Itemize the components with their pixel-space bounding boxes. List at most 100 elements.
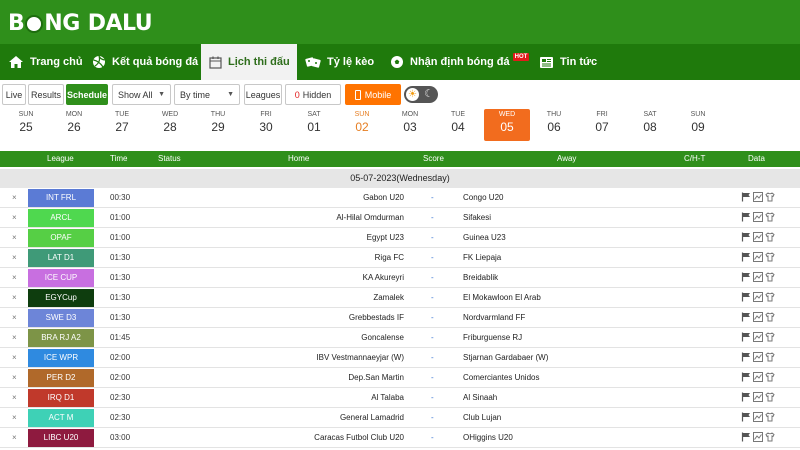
home-team[interactable]: Gabon U20 [363,193,404,202]
home-team[interactable]: Zamalek [373,293,404,302]
date-tab[interactable]: FRI 30 [243,109,289,141]
jersey-icon[interactable] [765,432,775,442]
hide-match-icon[interactable]: × [12,353,17,362]
table-row[interactable]: × IRQ D1 02:30 Al Talaba - Al Sinaah [0,388,800,408]
match-score[interactable]: - [431,413,434,422]
match-score[interactable]: - [431,253,434,262]
flag-icon[interactable] [741,232,751,242]
hide-match-icon[interactable]: × [12,333,17,342]
match-score[interactable]: - [431,293,434,302]
date-tab[interactable]: WED 28 [147,109,193,141]
chart-icon[interactable] [753,412,763,422]
sort-select[interactable]: By time ▼ [174,84,240,105]
results-button[interactable]: Results [28,84,64,105]
jersey-icon[interactable] [765,352,775,362]
home-team[interactable]: KA Akureyri [363,273,404,282]
league-badge[interactable]: OPAF [28,229,94,247]
flag-icon[interactable] [741,252,751,262]
jersey-icon[interactable] [765,312,775,322]
date-tab[interactable]: SUN 02 [339,109,385,141]
league-badge[interactable]: ICE WPR [28,349,94,367]
jersey-icon[interactable] [765,392,775,402]
home-team[interactable]: Al-Hilal Omdurman [336,213,404,222]
flag-icon[interactable] [741,292,751,302]
chart-icon[interactable] [753,352,763,362]
league-badge[interactable]: IRQ D1 [28,389,94,407]
home-team[interactable]: Al Talaba [371,393,404,402]
hide-match-icon[interactable]: × [12,213,17,222]
table-row[interactable]: × LIBC U20 03:00 Caracas Futbol Club U20… [0,428,800,448]
away-team[interactable]: Friburguense RJ [463,333,522,342]
away-team[interactable]: El Mokawloon El Arab [463,293,541,302]
hide-match-icon[interactable]: × [12,313,17,322]
nav-item-results[interactable]: Kết quả bóng đá [84,44,201,80]
flag-icon[interactable] [741,372,751,382]
live-button[interactable]: Live [2,84,26,105]
flag-icon[interactable] [741,312,751,322]
league-badge[interactable]: ARCL [28,209,94,227]
league-badge[interactable]: SWE D3 [28,309,94,327]
chart-icon[interactable] [753,232,763,242]
date-tab[interactable]: SAT 01 [291,109,337,141]
chart-icon[interactable] [753,312,763,322]
jersey-icon[interactable] [765,292,775,302]
date-tab-active[interactable]: WED 05 [484,109,530,141]
table-row[interactable]: × PER D2 02:00 Dep.San Martin - Comercia… [0,368,800,388]
nav-item-predictions[interactable]: Nhận định bóng đá HOT [382,44,530,80]
away-team[interactable]: Sifakesi [463,213,491,222]
table-row[interactable]: × BRA RJ A2 01:45 Goncalense - Friburgue… [0,328,800,348]
nav-item-home[interactable]: Trang chủ [0,44,84,80]
schedule-button[interactable]: Schedule [66,84,108,105]
home-team[interactable]: General Lamadrid [340,413,404,422]
date-tab[interactable]: MON 26 [51,109,97,141]
table-row[interactable]: × EGYCup 01:30 Zamalek - El Mokawloon El… [0,288,800,308]
home-team[interactable]: Riga FC [375,253,404,262]
table-row[interactable]: × SWE D3 01:30 Grebbestads IF - Nordvarm… [0,308,800,328]
date-tab[interactable]: THU 29 [195,109,241,141]
date-tab[interactable]: SUN 09 [675,109,721,141]
league-badge[interactable]: LAT D1 [28,249,94,267]
league-badge[interactable]: PER D2 [28,369,94,387]
hide-match-icon[interactable]: × [12,413,17,422]
chart-icon[interactable] [753,332,763,342]
date-tab[interactable]: FRI 07 [579,109,625,141]
match-score[interactable]: - [431,393,434,402]
match-score[interactable]: - [431,353,434,362]
chart-icon[interactable] [753,272,763,282]
away-team[interactable]: Nordvarmland FF [463,313,525,322]
home-team[interactable]: Grebbestads IF [349,313,404,322]
home-team[interactable]: Egypt U23 [367,233,404,242]
date-tab[interactable]: THU 06 [531,109,577,141]
table-row[interactable]: × ACT M 02:30 General Lamadrid - Club Lu… [0,408,800,428]
league-badge[interactable]: EGYCup [28,289,94,307]
chart-icon[interactable] [753,292,763,302]
jersey-icon[interactable] [765,272,775,282]
flag-icon[interactable] [741,212,751,222]
flag-icon[interactable] [741,272,751,282]
away-team[interactable]: Guinea U23 [463,233,506,242]
nav-item-news[interactable]: Tin tức [530,44,610,80]
hide-match-icon[interactable]: × [12,433,17,442]
flag-icon[interactable] [741,432,751,442]
away-team[interactable]: Congo U20 [463,193,503,202]
league-badge[interactable]: LIBC U20 [28,429,94,447]
away-team[interactable]: Comerciantes Unidos [463,373,539,382]
table-row[interactable]: × ICE CUP 01:30 KA Akureyri - Breidablik [0,268,800,288]
away-team[interactable]: FK Liepaja [463,253,501,262]
chart-icon[interactable] [753,192,763,202]
away-team[interactable]: OHiggins U20 [463,433,513,442]
jersey-icon[interactable] [765,192,775,202]
site-logo[interactable]: B NG DALU [8,9,153,37]
chart-icon[interactable] [753,432,763,442]
match-score[interactable]: - [431,233,434,242]
nav-item-odds[interactable]: Tỷ lệ kèo [297,44,382,80]
table-row[interactable]: × LAT D1 01:30 Riga FC - FK Liepaja [0,248,800,268]
away-team[interactable]: Club Lujan [463,413,501,422]
jersey-icon[interactable] [765,412,775,422]
jersey-icon[interactable] [765,332,775,342]
hide-match-icon[interactable]: × [12,273,17,282]
league-badge[interactable]: INT FRL [28,189,94,207]
match-score[interactable]: - [431,433,434,442]
jersey-icon[interactable] [765,232,775,242]
flag-icon[interactable] [741,352,751,362]
